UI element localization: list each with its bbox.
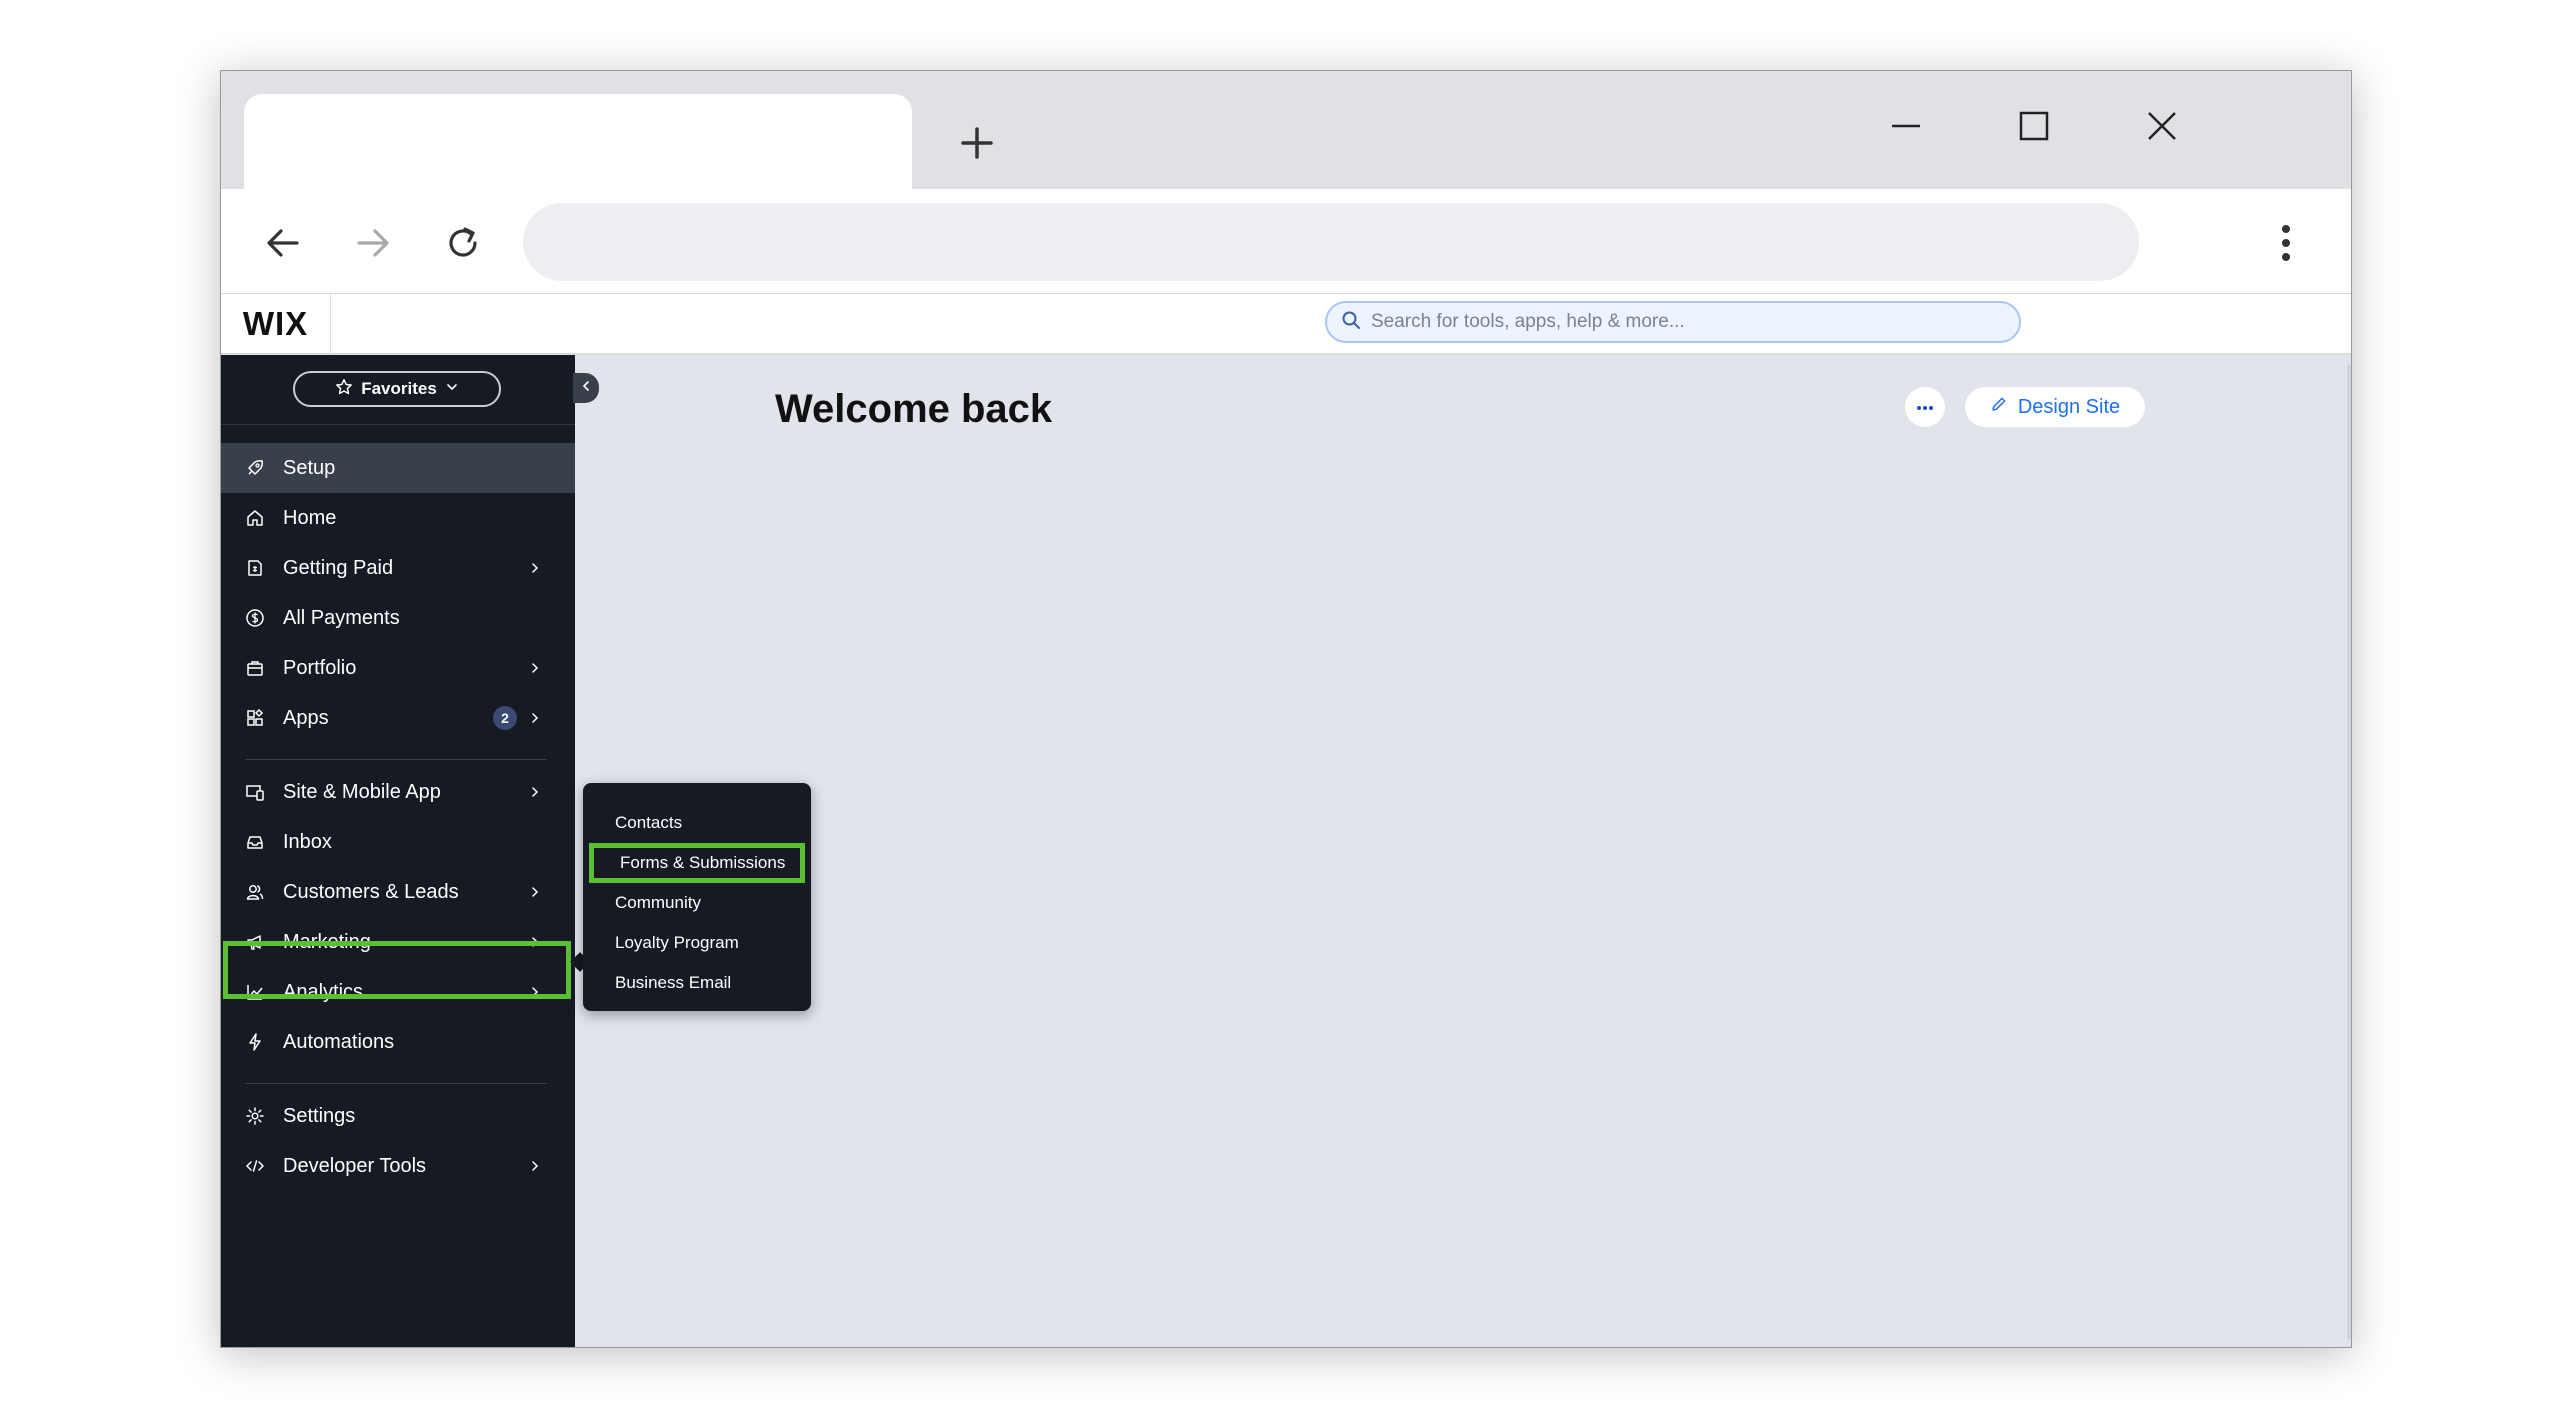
chevron-left-icon: [580, 379, 592, 397]
browser-window: WIX Favorites Setup: [220, 70, 2352, 1348]
sidebar-item-label: Inbox: [283, 830, 332, 853]
invoice-icon: [245, 558, 265, 578]
devices-icon: [245, 782, 265, 802]
maximize-icon[interactable]: [1999, 91, 2069, 161]
sidebar-item-label: All Payments: [283, 606, 400, 629]
bolt-icon: [245, 1032, 265, 1052]
browser-tab[interactable]: [244, 94, 912, 194]
main-content: Welcome back Design Site: [575, 355, 2351, 1347]
chevron-down-icon: [445, 379, 459, 399]
megaphone-icon: [245, 932, 265, 952]
design-site-button[interactable]: Design Site: [1965, 387, 2145, 427]
favorites-button[interactable]: Favorites: [293, 371, 501, 407]
star-icon: [335, 378, 353, 401]
search-box[interactable]: [1325, 301, 2021, 343]
submenu-item-community[interactable]: Community: [583, 883, 811, 923]
chevron-right-icon: [525, 1156, 545, 1176]
dollar-circle-icon: [245, 608, 265, 628]
sidebar-item-all-payments[interactable]: All Payments: [221, 593, 575, 643]
chevron-right-icon: [525, 658, 545, 678]
submenu-item-contacts[interactable]: Contacts: [583, 803, 811, 843]
pencil-icon: [1990, 395, 2008, 419]
back-arrow-icon[interactable]: [253, 213, 313, 273]
tab-bar: [221, 71, 2351, 194]
favorites-section: Favorites: [221, 355, 575, 425]
sidebar-item-home[interactable]: Home: [221, 493, 575, 543]
inbox-icon: [245, 832, 265, 852]
submenu-item-loyalty-program[interactable]: Loyalty Program: [583, 923, 811, 963]
chevron-right-icon: [525, 782, 545, 802]
sidebar-item-portfolio[interactable]: Portfolio: [221, 643, 575, 693]
favorites-label: Favorites: [361, 379, 437, 398]
more-options-button[interactable]: [1905, 387, 1945, 427]
people-icon: [245, 882, 265, 902]
chevron-right-icon: [525, 882, 545, 902]
main-scrollbar[interactable]: [2347, 365, 2351, 1339]
chevron-right-icon: [525, 982, 545, 1002]
sidebar-item-label: Settings: [283, 1104, 356, 1127]
home-icon: [245, 508, 265, 528]
sidebar-item-label: Setup: [283, 456, 336, 479]
customers-leads-submenu: Contacts Forms & Submissions Community L…: [583, 783, 811, 1011]
search-icon: [1341, 310, 1361, 335]
minimize-icon[interactable]: [1871, 91, 1941, 161]
sidebar-item-developer-tools[interactable]: Developer Tools: [221, 1141, 575, 1191]
sidebar: Favorites Setup Home Getting Paid All Pa…: [221, 355, 575, 1347]
sidebar-item-marketing[interactable]: Marketing: [221, 917, 575, 967]
wix-header: WIX: [221, 293, 2351, 354]
horizontal-dots-icon: [1916, 398, 1934, 416]
address-bar[interactable]: [523, 203, 2139, 281]
sidebar-item-automations[interactable]: Automations: [221, 1017, 575, 1067]
browser-toolbar: [221, 189, 2351, 293]
sidebar-item-label: Automations: [283, 1030, 395, 1053]
forward-arrow-icon[interactable]: [343, 213, 403, 273]
sidebar-item-analytics[interactable]: Analytics: [221, 967, 575, 1017]
sidebar-item-customers-leads[interactable]: Customers & Leads: [221, 867, 575, 917]
sidebar-item-site-mobile-app[interactable]: Site & Mobile App: [221, 767, 575, 817]
chevron-right-icon: [525, 558, 545, 578]
wix-logo[interactable]: WIX: [221, 294, 331, 353]
sidebar-item-setup[interactable]: Setup: [221, 443, 575, 493]
sidebar-collapse-button[interactable]: [573, 373, 599, 403]
search-input[interactable]: [1371, 311, 2011, 333]
vertical-dots-icon[interactable]: [2261, 215, 2311, 271]
submenu-item-forms-submissions[interactable]: Forms & Submissions: [589, 843, 805, 883]
chevron-right-icon: [525, 708, 545, 728]
gear-icon: [245, 1106, 265, 1126]
apps-icon: [245, 708, 265, 728]
apps-count-badge: 2: [493, 706, 517, 730]
sidebar-divider: [245, 1083, 547, 1084]
sidebar-item-getting-paid[interactable]: Getting Paid: [221, 543, 575, 593]
code-icon: [245, 1156, 265, 1176]
plus-icon[interactable]: [949, 115, 1005, 171]
sidebar-item-inbox[interactable]: Inbox: [221, 817, 575, 867]
sidebar-divider: [245, 759, 547, 760]
rocket-icon: [245, 458, 265, 478]
close-icon[interactable]: [2127, 91, 2197, 161]
page-title: Welcome back: [775, 387, 1053, 431]
design-site-label: Design Site: [2017, 395, 2121, 418]
submenu-item-business-email[interactable]: Business Email: [583, 963, 811, 1003]
reload-icon[interactable]: [433, 213, 493, 273]
sidebar-item-settings[interactable]: Settings: [221, 1091, 575, 1141]
chart-line-icon: [245, 982, 265, 1002]
chevron-right-icon: [525, 932, 545, 952]
sidebar-item-apps[interactable]: Apps 2: [221, 693, 575, 743]
sidebar-item-label: Home: [283, 506, 337, 529]
briefcase-icon: [245, 658, 265, 678]
